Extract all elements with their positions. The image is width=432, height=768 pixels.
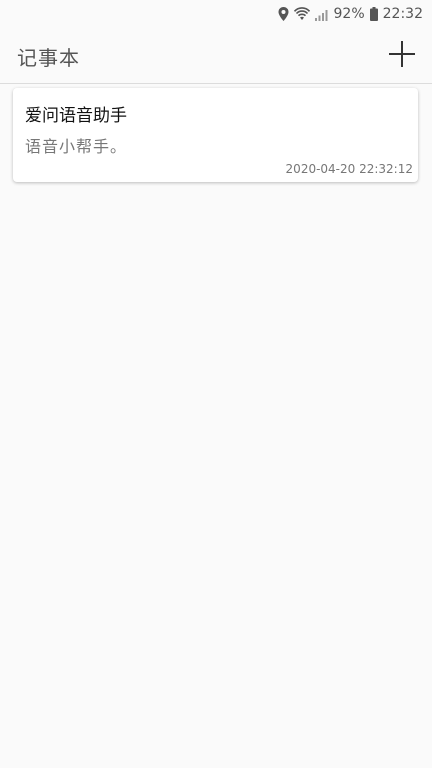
note-card[interactable]: 爱问语音助手 语音小帮手。 2020-04-20 22:32:12 bbox=[13, 88, 418, 182]
note-timestamp: 2020-04-20 22:32:12 bbox=[285, 162, 413, 176]
status-time: 22:32 bbox=[382, 6, 423, 22]
note-list: 爱问语音助手 语音小帮手。 2020-04-20 22:32:12 bbox=[13, 88, 418, 182]
add-note-button[interactable] bbox=[386, 38, 418, 70]
location-icon bbox=[278, 7, 289, 21]
signal-icon bbox=[314, 8, 329, 21]
screen: 92% 22:32 记事本 爱问语音助手 语音小帮手。 2020-04-20 2… bbox=[0, 0, 432, 768]
battery-icon bbox=[369, 7, 378, 21]
wifi-icon bbox=[293, 7, 310, 21]
app-bar: 记事本 bbox=[0, 28, 432, 84]
note-title: 爱问语音助手 bbox=[25, 106, 127, 126]
status-bar: 92% 22:32 bbox=[0, 0, 432, 28]
note-body: 语音小帮手。 bbox=[25, 137, 128, 156]
app-title: 记事本 bbox=[17, 46, 80, 70]
battery-percent: 92% bbox=[333, 6, 365, 22]
plus-icon bbox=[389, 41, 415, 67]
